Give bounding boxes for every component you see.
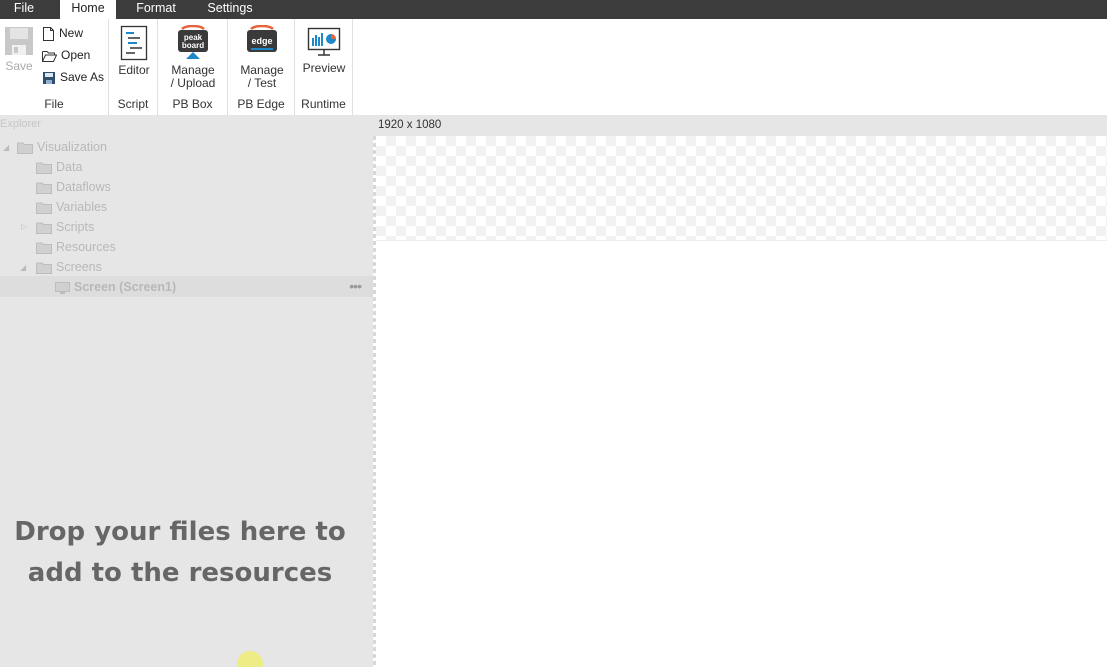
peakboard-logo-text-2: board [182, 41, 204, 50]
tree-item-data[interactable]: Data [36, 157, 82, 177]
new-file-icon [43, 26, 54, 41]
ribbon: Save New Open Save As File Editor Script… [0, 19, 1107, 116]
drop-hint-line-2: add to the resources [27, 558, 333, 588]
open-label: Open [61, 48, 91, 62]
folder-open-icon [42, 50, 57, 62]
new-label: New [59, 26, 84, 40]
tab-format[interactable]: Format [127, 0, 185, 19]
manage-test-button[interactable]: edge Manage / Test [235, 25, 289, 90]
ribbon-group-label-runtime: Runtime [301, 97, 346, 111]
screen-canvas[interactable] [376, 136, 1107, 241]
editor-label: Editor [118, 63, 150, 77]
collapse-arrow-icon[interactable]: ◢ [3, 143, 9, 152]
manage-test-label-1: Manage [240, 63, 284, 77]
tab-file[interactable]: File [0, 0, 48, 19]
canvas-header: 1920 x 1080 [373, 116, 1107, 136]
folder-icon [36, 162, 52, 174]
tree-label-data: Data [56, 160, 83, 174]
manage-upload-button[interactable]: peak board Manage / Upload [166, 25, 220, 90]
editor-button[interactable]: Editor [115, 25, 153, 77]
ribbon-group-label-script: Script [117, 97, 149, 111]
drop-files-hint: Drop your files here to add to the resou… [0, 512, 360, 594]
more-options-icon[interactable]: ••• [349, 276, 362, 296]
tree-item-scripts[interactable]: Scripts [36, 217, 94, 237]
tree-label-resources: Resources [56, 240, 116, 254]
canvas-size-label: 1920 x 1080 [378, 119, 442, 131]
collapse-arrow-icon[interactable]: ◢ [20, 263, 26, 272]
explorer-panel: Explorer ◢ Visualization Data Dataflows … [0, 116, 373, 667]
folder-icon [36, 222, 52, 234]
edge-logo-text: edge [251, 36, 272, 46]
ribbon-group-runtime: Preview Runtime [295, 19, 353, 116]
folder-icon [36, 202, 52, 214]
menu-bar: File Home Format Settings [0, 0, 1107, 19]
preview-button[interactable]: Preview [301, 25, 347, 75]
preview-icon [307, 27, 341, 56]
tree-item-resources[interactable]: Resources [36, 237, 116, 257]
ribbon-group-script: Editor Script [109, 19, 158, 116]
tree-label-variables: Variables [56, 200, 108, 214]
save-button[interactable]: Save [3, 25, 35, 73]
tree-label-visualization: Visualization [37, 140, 107, 154]
folder-icon [36, 262, 52, 274]
manage-upload-label-1: Manage [171, 63, 215, 77]
script-editor-icon [120, 25, 148, 61]
ribbon-group-pb-edge: edge Manage / Test PB Edge [228, 19, 295, 116]
tab-settings[interactable]: Settings [197, 0, 263, 19]
tree-item-screens[interactable]: Screens [36, 257, 102, 277]
tree-label-scripts: Scripts [56, 220, 95, 234]
save-label: Save [5, 59, 33, 73]
ribbon-group-label-file: File [44, 97, 64, 111]
tree-item-variables[interactable]: Variables [36, 197, 107, 217]
tree-label-screens: Screens [56, 260, 102, 274]
monitor-icon [55, 281, 70, 294]
tab-home[interactable]: Home [60, 0, 116, 19]
ribbon-group-file: Save New Open Save As File [0, 19, 109, 116]
canvas-workspace[interactable] [376, 241, 1107, 667]
open-button[interactable]: Open [42, 46, 90, 64]
new-button[interactable]: New [42, 24, 83, 42]
peakboard-edge-icon: edge [247, 25, 277, 52]
tree-item-visualization[interactable]: Visualization [17, 137, 107, 157]
tree-item-dataflows[interactable]: Dataflows [36, 177, 111, 197]
manage-test-label-2: / Test [247, 76, 277, 90]
save-icon [5, 27, 33, 55]
ribbon-group-label-pb-box: PB Box [172, 97, 213, 111]
folder-icon [36, 242, 52, 254]
save-as-icon [43, 71, 55, 84]
tree-label-screen1: Screen (Screen1) [74, 280, 177, 294]
manage-upload-label-2: / Upload [170, 76, 216, 90]
tree-item-screen1[interactable]: Screen (Screen1) [55, 277, 176, 297]
drop-hint-line-1: Drop your files here to [14, 517, 346, 547]
save-as-button[interactable]: Save As [42, 68, 104, 86]
folder-icon [36, 182, 52, 194]
ribbon-group-label-pb-edge: PB Edge [237, 97, 285, 111]
save-as-label: Save As [60, 70, 105, 84]
expand-arrow-icon[interactable]: ▷ [21, 222, 27, 231]
explorer-title: Explorer [0, 118, 41, 130]
folder-icon [17, 142, 33, 154]
tree-label-dataflows: Dataflows [56, 180, 111, 194]
peakboard-box-icon: peak board [178, 25, 208, 59]
ribbon-group-pb-box: peak board Manage / Upload PB Box [158, 19, 228, 116]
preview-label: Preview [302, 61, 346, 75]
